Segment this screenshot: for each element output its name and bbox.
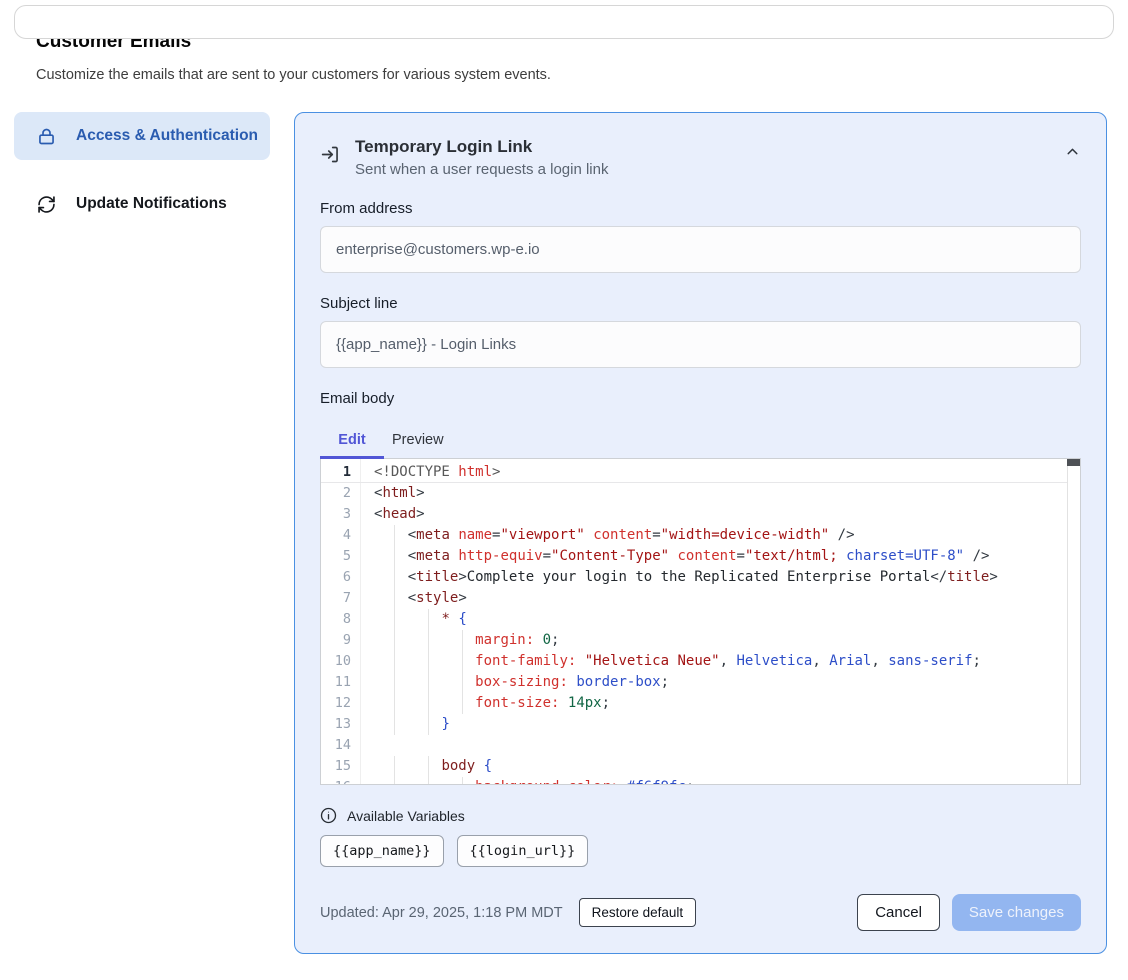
- line-number: 1: [321, 462, 351, 483]
- code-text: <html>: [374, 483, 425, 504]
- code-line[interactable]: 2 <html>: [321, 483, 1067, 504]
- line-number: 11: [321, 672, 351, 693]
- card-header-text: Temporary Login Link Sent when a user re…: [355, 137, 1050, 178]
- email-description: Sent when a user requests a login link: [355, 161, 1050, 178]
- sidebar-item-access-authentication[interactable]: Access & Authentication: [14, 112, 270, 160]
- code-line[interactable]: 12 font-size: 14px;: [321, 693, 1067, 714]
- line-number: 5: [321, 546, 351, 567]
- main-layout: Access & Authentication Update Notificati…: [14, 112, 1114, 954]
- info-icon: [320, 807, 337, 824]
- code-line[interactable]: 7 <style>: [321, 588, 1067, 609]
- line-number: 16: [321, 777, 351, 785]
- card-header: Temporary Login Link Sent when a user re…: [320, 137, 1081, 178]
- card-footer: Updated: Apr 29, 2025, 1:18 PM MDT Resto…: [320, 894, 1081, 931]
- line-number: 6: [321, 567, 351, 588]
- code-line[interactable]: 13 }: [321, 714, 1067, 735]
- code-text: body {: [374, 756, 492, 777]
- line-number: 13: [321, 714, 351, 735]
- code-text: <meta http-equiv="Content-Type" content=…: [374, 546, 989, 567]
- line-number: 14: [321, 735, 351, 756]
- cancel-button[interactable]: Cancel: [857, 894, 940, 931]
- tab-edit[interactable]: Edit: [320, 432, 384, 448]
- email-sections-nav: Access & Authentication Update Notificati…: [14, 112, 270, 228]
- line-number: 7: [321, 588, 351, 609]
- variable-chip[interactable]: {{app_name}}: [320, 835, 444, 867]
- code-text: * {: [374, 609, 467, 630]
- line-number: 15: [321, 756, 351, 777]
- code-editor-lines: 1<!DOCTYPE html>2<html>3<head>4 <meta na…: [321, 459, 1067, 785]
- tab-preview[interactable]: Preview: [384, 432, 452, 448]
- line-number: 4: [321, 525, 351, 546]
- email-title: Temporary Login Link: [355, 137, 1050, 157]
- active-tab-indicator: [320, 456, 384, 459]
- variable-chips: {{app_name}} {{login_url}}: [320, 835, 1081, 867]
- code-text: font-size: 14px;: [374, 693, 610, 714]
- code-line[interactable]: 5 <meta http-equiv="Content-Type" conten…: [321, 546, 1067, 567]
- code-text: margin: 0;: [374, 630, 559, 651]
- line-number: 9: [321, 630, 351, 651]
- refresh-icon: [36, 194, 57, 215]
- sidebar-item-label: Update Notifications: [76, 192, 227, 216]
- save-changes-button[interactable]: Save changes: [952, 894, 1081, 931]
- line-number: 8: [321, 609, 351, 630]
- from-address-input[interactable]: [320, 226, 1081, 273]
- updated-timestamp: Updated: Apr 29, 2025, 1:18 PM MDT: [320, 905, 563, 921]
- code-text: background-color: #f6f9fc;: [374, 777, 694, 785]
- login-icon: [320, 144, 341, 165]
- sidebar-item-label: Access & Authentication: [76, 124, 258, 148]
- available-variables-row: Available Variables: [320, 807, 1081, 824]
- line-number: 3: [321, 504, 351, 525]
- email-settings-card: Temporary Login Link Sent when a user re…: [294, 112, 1107, 954]
- lock-icon: [36, 126, 57, 147]
- code-line[interactable]: 1 <!DOCTYPE html>: [321, 462, 1067, 483]
- variable-chip[interactable]: {{login_url}}: [457, 835, 589, 867]
- code-line[interactable]: 11 box-sizing: border-box;: [321, 672, 1067, 693]
- code-line[interactable]: 8 * {: [321, 609, 1067, 630]
- editor-wrap: 1<!DOCTYPE html>2<html>3<head>4 <meta na…: [320, 458, 1081, 785]
- code-line[interactable]: 16 background-color: #f6f9fc;: [321, 777, 1067, 785]
- code-editor[interactable]: 1<!DOCTYPE html>2<html>3<head>4 <meta na…: [320, 458, 1081, 785]
- previous-card-edge: [14, 5, 1114, 39]
- code-text: <!DOCTYPE html>: [374, 462, 500, 483]
- code-text: <title>Complete your login to the Replic…: [374, 567, 998, 588]
- code-text: <meta name="viewport" content="width=dev…: [374, 525, 855, 546]
- code-text: font-family: "Helvetica Neue", Helvetica…: [374, 651, 981, 672]
- line-number: 2: [321, 483, 351, 504]
- code-line[interactable]: 4 <meta name="viewport" content="width=d…: [321, 525, 1067, 546]
- code-line[interactable]: 3 <head>: [321, 504, 1067, 525]
- email-body-label: Email body: [320, 390, 1081, 407]
- code-text: }: [374, 714, 450, 735]
- available-variables-label: Available Variables: [347, 808, 465, 824]
- page-subtitle: Customize the emails that are sent to yo…: [36, 67, 1128, 83]
- from-address-label: From address: [320, 200, 1081, 217]
- chevron-up-icon: [1064, 143, 1081, 160]
- editor-tabs: EditPreview: [320, 422, 1081, 458]
- code-line[interactable]: 9 margin: 0;: [321, 630, 1067, 651]
- sidebar-item-update-notifications[interactable]: Update Notifications: [14, 180, 270, 228]
- editor-scrollbar[interactable]: [1067, 459, 1080, 784]
- editor-scrollbar-thumb[interactable]: [1067, 459, 1080, 466]
- line-number: 12: [321, 693, 351, 714]
- code-text: <style>: [374, 588, 467, 609]
- code-text: <head>: [374, 504, 425, 525]
- code-text: box-sizing: border-box;: [374, 672, 669, 693]
- subject-line-label: Subject line: [320, 295, 1081, 312]
- line-number: 10: [321, 651, 351, 672]
- collapse-button[interactable]: [1064, 143, 1081, 160]
- subject-line-input[interactable]: [320, 321, 1081, 368]
- code-line[interactable]: 10 font-family: "Helvetica Neue", Helvet…: [321, 651, 1067, 672]
- code-line[interactable]: 15 body {: [321, 756, 1067, 777]
- restore-default-button[interactable]: Restore default: [579, 898, 697, 927]
- code-line[interactable]: 14: [321, 735, 1067, 756]
- code-line[interactable]: 6 <title>Complete your login to the Repl…: [321, 567, 1067, 588]
